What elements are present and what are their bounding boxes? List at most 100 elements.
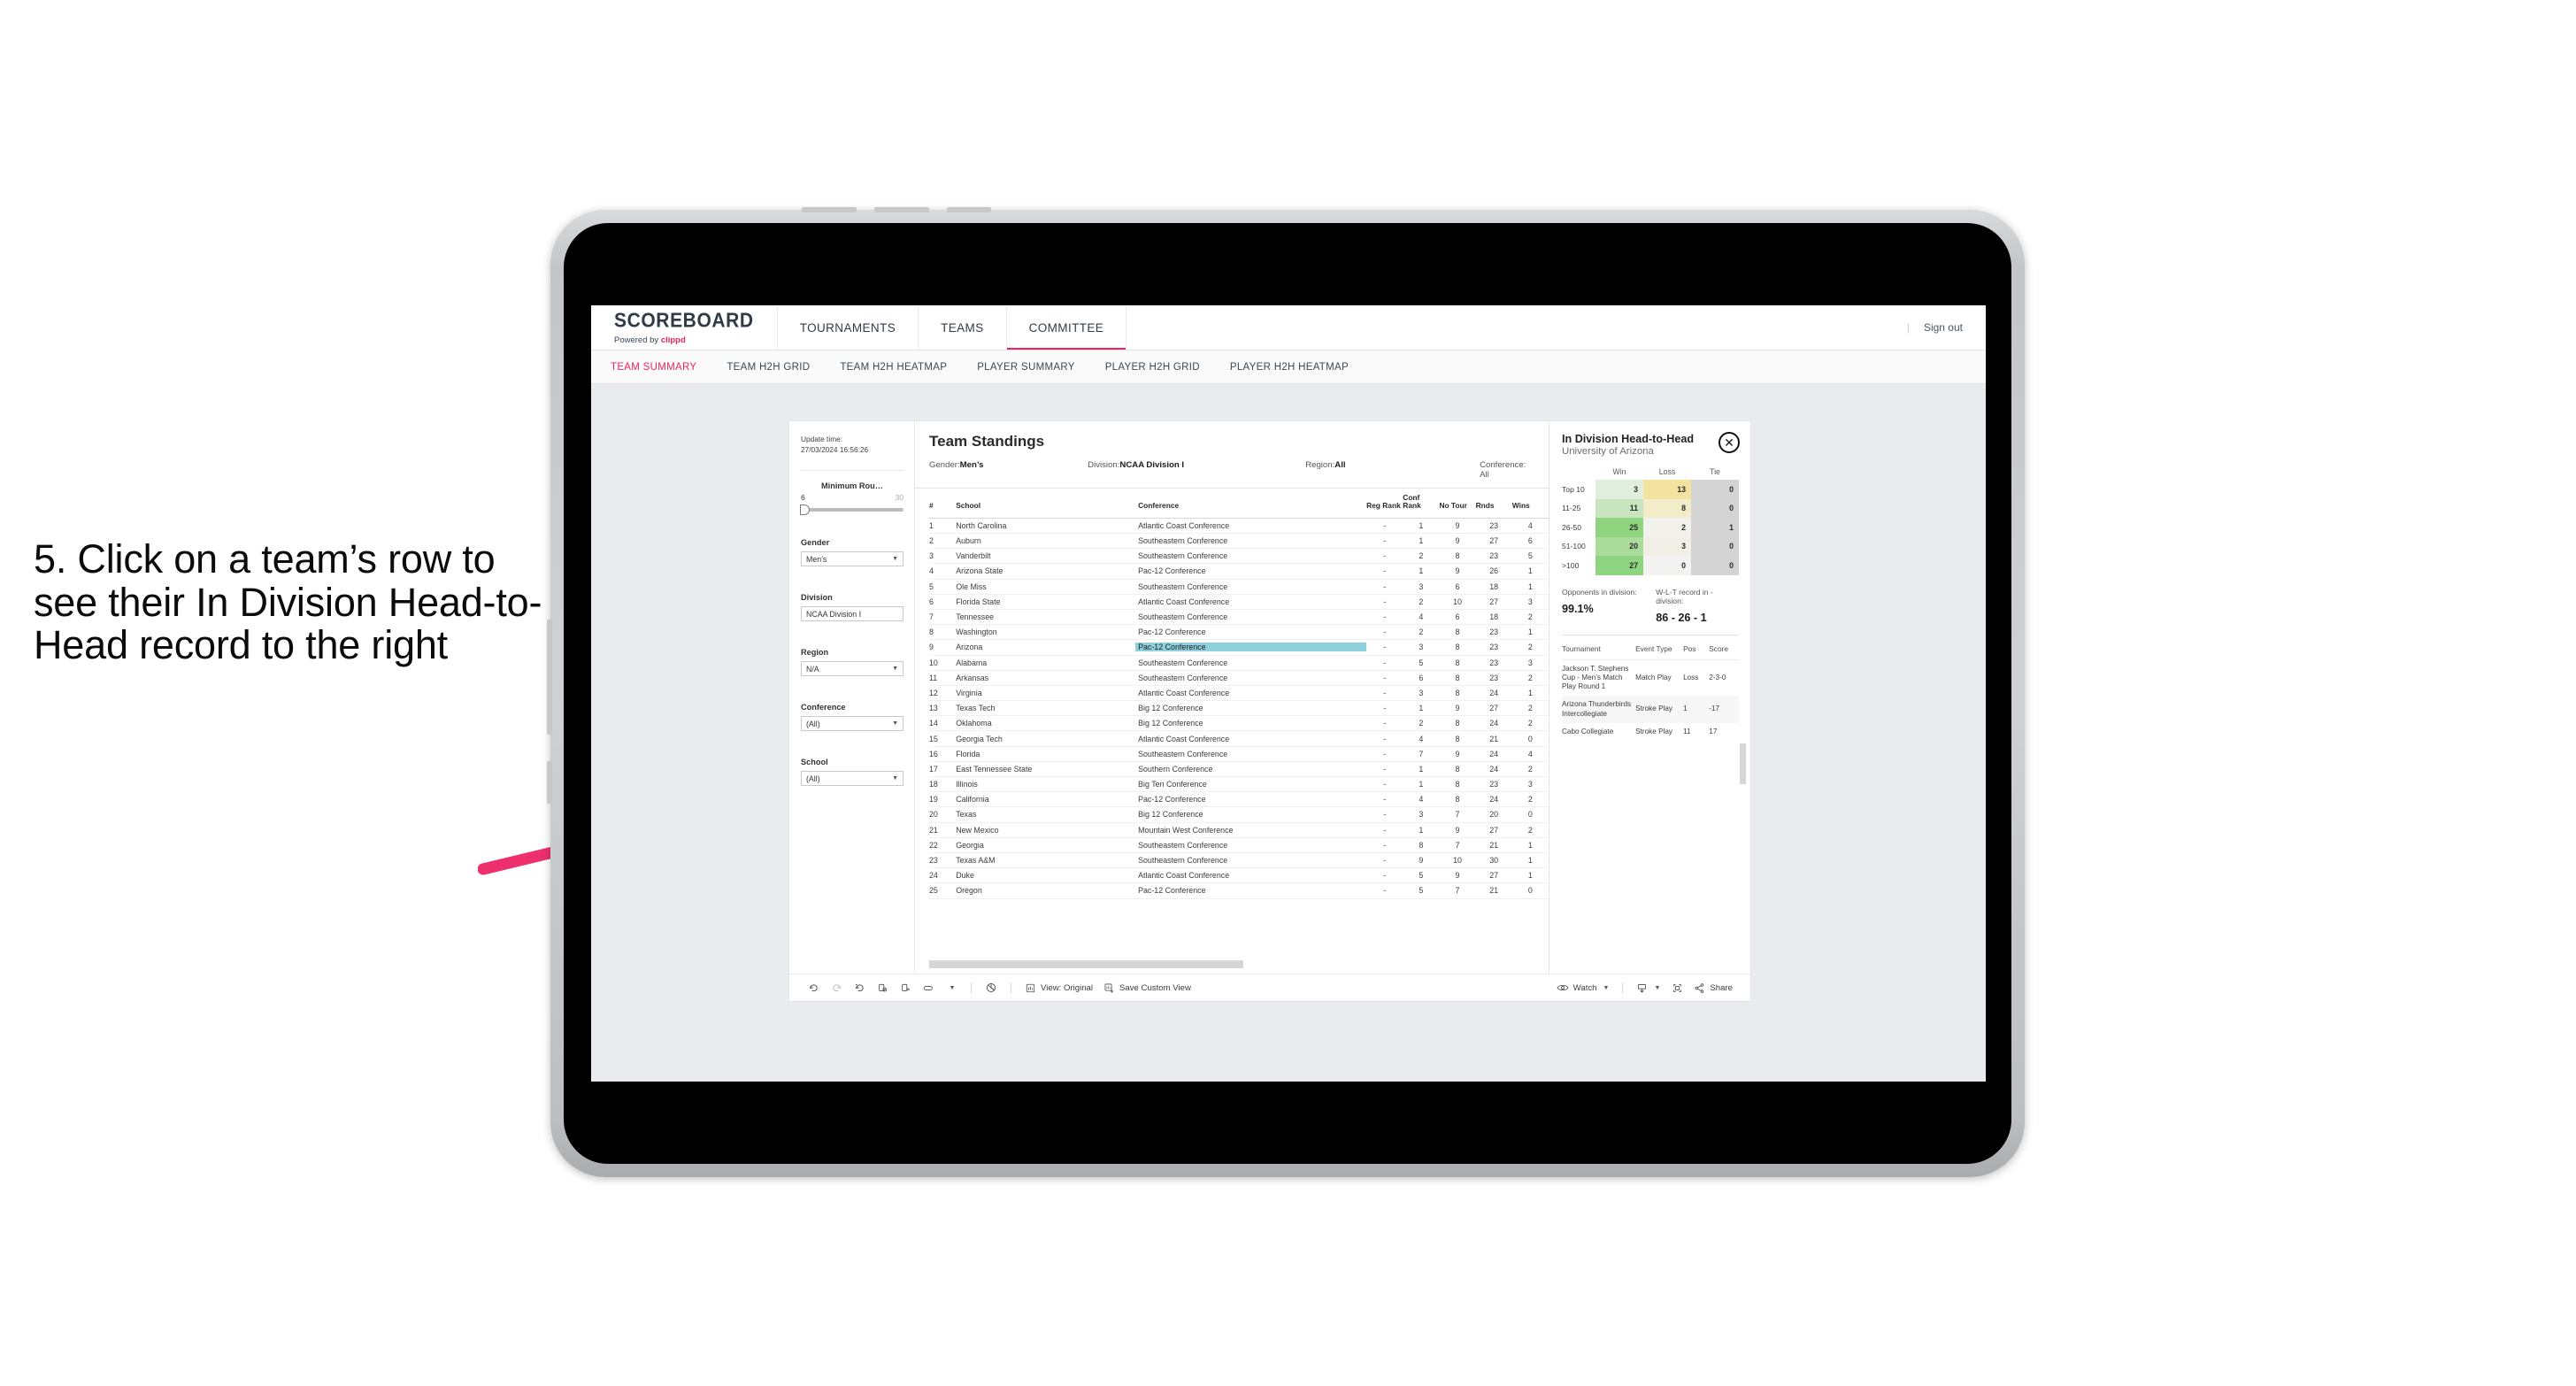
tab-team-h2h-grid[interactable]: TEAM H2H GRID — [727, 362, 810, 373]
fullscreen-icon[interactable] — [1665, 978, 1688, 997]
app-logo[interactable]: SCOREBOARD Powered by clippd — [591, 305, 778, 350]
rectangle-select-icon[interactable] — [917, 978, 940, 997]
tab-player-summary[interactable]: PLAYER SUMMARY — [977, 362, 1075, 373]
revert-icon[interactable] — [848, 978, 871, 997]
cell-rnds: 21 — [1475, 882, 1512, 899]
list-item[interactable]: Arizona Thunderbirds Intercollegiate Stro… — [1562, 696, 1739, 723]
cell-wins: 4 — [1511, 518, 1549, 535]
presentation-mode-icon[interactable] — [980, 978, 1003, 997]
filter-gap-4 — [801, 690, 904, 703]
table-row[interactable]: 22 Georgia Southeastern Conference -8 7 21 1 — [929, 837, 1549, 853]
conference-filter: Conference (All) ▼ — [801, 703, 904, 732]
filter-gap-5 — [801, 745, 904, 758]
cell-wins: 1 — [1511, 867, 1549, 884]
table-row[interactable]: 6 Florida State Atlantic Coast Conference -… — [929, 594, 1549, 610]
table-row[interactable]: 8 Washington Pac-12 Conference -2 8 23 1 — [929, 624, 1549, 641]
table-row[interactable]: 25 Oregon Pac-12 Conference -5 7 21 0 — [929, 882, 1549, 899]
table-row[interactable]: 23 Texas A&M Southeastern Conference -9 10 30… — [929, 852, 1549, 869]
cell-reg-rank: - — [1366, 670, 1403, 686]
tournament-scrollbar[interactable] — [1740, 743, 1746, 784]
share-button[interactable]: Share — [1688, 982, 1738, 994]
col-school[interactable]: School — [956, 489, 1139, 519]
list-item[interactable]: Cabo Collegiate Stroke Play 11 17 — [1562, 723, 1739, 741]
table-row[interactable]: 5 Ole Miss Southeastern Conference -3 6 18 1 — [929, 579, 1549, 595]
division-filter-select[interactable]: NCAA Division I — [801, 606, 904, 622]
conference-filter-select[interactable]: (All) ▼ — [801, 716, 904, 732]
table-row[interactable]: 20 Texas Big 12 Conference -3 7 20 0 — [929, 806, 1549, 823]
cell-no-tour: 8 — [1439, 761, 1476, 778]
cell-pos: 11 — [1683, 727, 1691, 735]
cell-rank: 9 — [929, 639, 957, 656]
table-row[interactable]: 16 Florida Southeastern Conference -7 9 24 4 — [929, 746, 1549, 762]
tab-team-summary[interactable]: TEAM SUMMARY — [611, 362, 696, 373]
chevron-down-icon[interactable]: ▼ — [940, 978, 963, 997]
cell-rnds: 21 — [1475, 837, 1512, 853]
school-filter-select[interactable]: (All) ▼ — [801, 771, 904, 787]
slider-handle[interactable] — [800, 504, 810, 516]
h2h-cell-win: 20 — [1596, 536, 1643, 556]
h2h-cell-loss: 3 — [1643, 536, 1691, 556]
list-item[interactable]: Jackson T. Stephens Cup - Men’s Match Pl… — [1562, 659, 1739, 696]
col-conf-rank[interactable]: Conf Rank — [1403, 489, 1440, 519]
table-row[interactable]: 9 Arizona Pac-12 Conference -3 8 23 2 — [929, 639, 1549, 656]
table-row[interactable]: 17 East Tennessee State Southern Conferenc… — [929, 761, 1549, 778]
table-row[interactable]: 19 California Pac-12 Conference -4 8 24 2 — [929, 791, 1549, 808]
tab-team-h2h-heatmap[interactable]: TEAM H2H HEATMAP — [840, 362, 947, 373]
cell-no-tour: 8 — [1439, 548, 1476, 565]
table-row[interactable]: 13 Texas Tech Big 12 Conference -1 9 27 2 — [929, 700, 1549, 717]
cell-conf-rank: 6 — [1403, 670, 1440, 686]
cell-school: California — [956, 791, 1139, 808]
table-row[interactable]: 11 Arkansas Southeastern Conference -6 8 23 2 — [929, 670, 1549, 686]
region-filter-label: Region — [801, 648, 829, 658]
standings-table: # School Conference Reg Rank Conf Rank N… — [929, 489, 1549, 899]
table-row[interactable]: 14 Oklahoma Big 12 Conference -2 8 24 2 — [929, 715, 1549, 732]
undo-icon[interactable] — [802, 978, 825, 997]
cell-wins: 6 — [1511, 533, 1549, 550]
cell-tournament-name: Cabo Collegiate — [1562, 727, 1614, 735]
download-button[interactable]: ▼ — [1631, 982, 1665, 994]
slider-track[interactable] — [800, 504, 904, 516]
col-wins[interactable]: Wins — [1511, 489, 1549, 519]
close-icon[interactable]: ✕ — [1719, 432, 1740, 453]
gender-filter-select[interactable]: Men’s ▼ — [801, 551, 904, 567]
table-row[interactable]: 15 Georgia Tech Atlantic Coast Conference -… — [929, 730, 1549, 747]
cell-conference: Atlantic Coast Conference — [1138, 518, 1367, 535]
cell-school: Texas — [956, 806, 1139, 823]
table-row[interactable]: 21 New Mexico Mountain West Conference -1 9 2… — [929, 822, 1549, 838]
h2h-col-loss: Loss — [1658, 467, 1676, 476]
pause-icon[interactable] — [894, 978, 917, 997]
table-row[interactable]: 4 Arizona State Pac-12 Conference -1 9 26 1 — [929, 563, 1549, 580]
nav-item-teams[interactable]: TEAMS — [919, 305, 1007, 350]
cell-rnds: 23 — [1475, 655, 1512, 671]
table-row[interactable]: 2 Auburn Southeastern Conference -1 9 27 6 — [929, 533, 1549, 550]
col-rank[interactable]: # — [929, 489, 957, 519]
h2h-row-label: 11-25 — [1562, 504, 1581, 513]
table-row[interactable]: 12 Virginia Atlantic Coast Conference -3 8 24… — [929, 685, 1549, 702]
watch-button[interactable]: Watch ▼ — [1551, 982, 1615, 993]
horizontal-scrollbar[interactable] — [929, 960, 1243, 968]
cell-rank: 11 — [929, 670, 957, 686]
tab-player-h2h-grid[interactable]: PLAYER H2H GRID — [1105, 362, 1200, 373]
table-row[interactable]: 7 Tennessee Southeastern Conference -4 6 18 2 — [929, 609, 1549, 626]
view-original-button[interactable]: View: Original — [1019, 982, 1098, 994]
nav-item-tournaments[interactable]: TOURNAMENTS — [778, 305, 919, 350]
table-row[interactable]: 3 Vanderbilt Southeastern Conference -2 8 23 5 — [929, 548, 1549, 565]
signout-link[interactable]: Sign out — [1924, 321, 1963, 334]
cell-conf-rank: 2 — [1403, 715, 1440, 732]
col-reg-rank[interactable]: Reg Rank — [1366, 489, 1403, 519]
refresh-icon[interactable] — [871, 978, 894, 997]
table-row[interactable]: 24 Duke Atlantic Coast Conference -5 9 27 1 — [929, 867, 1549, 884]
col-rnds[interactable]: Rnds — [1475, 489, 1512, 519]
redo-icon[interactable] — [825, 978, 848, 997]
col-conference[interactable]: Conference — [1138, 489, 1367, 519]
nav-item-committee[interactable]: COMMITTEE — [1006, 305, 1127, 350]
tab-player-h2h-heatmap[interactable]: PLAYER H2H HEATMAP — [1230, 362, 1349, 373]
table-row[interactable]: 18 Illinois Big Ten Conference -1 8 23 3 — [929, 776, 1549, 793]
region-filter-select[interactable]: N/A ▼ — [801, 661, 904, 677]
col-no-tour[interactable]: No Tour — [1439, 489, 1476, 519]
minimum-rounds-filter[interactable]: Minimum Rou… 6 30 — [800, 481, 904, 516]
save-custom-view-button[interactable]: Save Custom View — [1098, 982, 1196, 994]
table-row[interactable]: 10 Alabama Southeastern Conference -5 8 23 3 — [929, 655, 1549, 671]
table-row[interactable]: 1 North Carolina Atlantic Coast Conference… — [929, 518, 1549, 535]
cell-conference: Big 12 Conference — [1138, 806, 1367, 823]
